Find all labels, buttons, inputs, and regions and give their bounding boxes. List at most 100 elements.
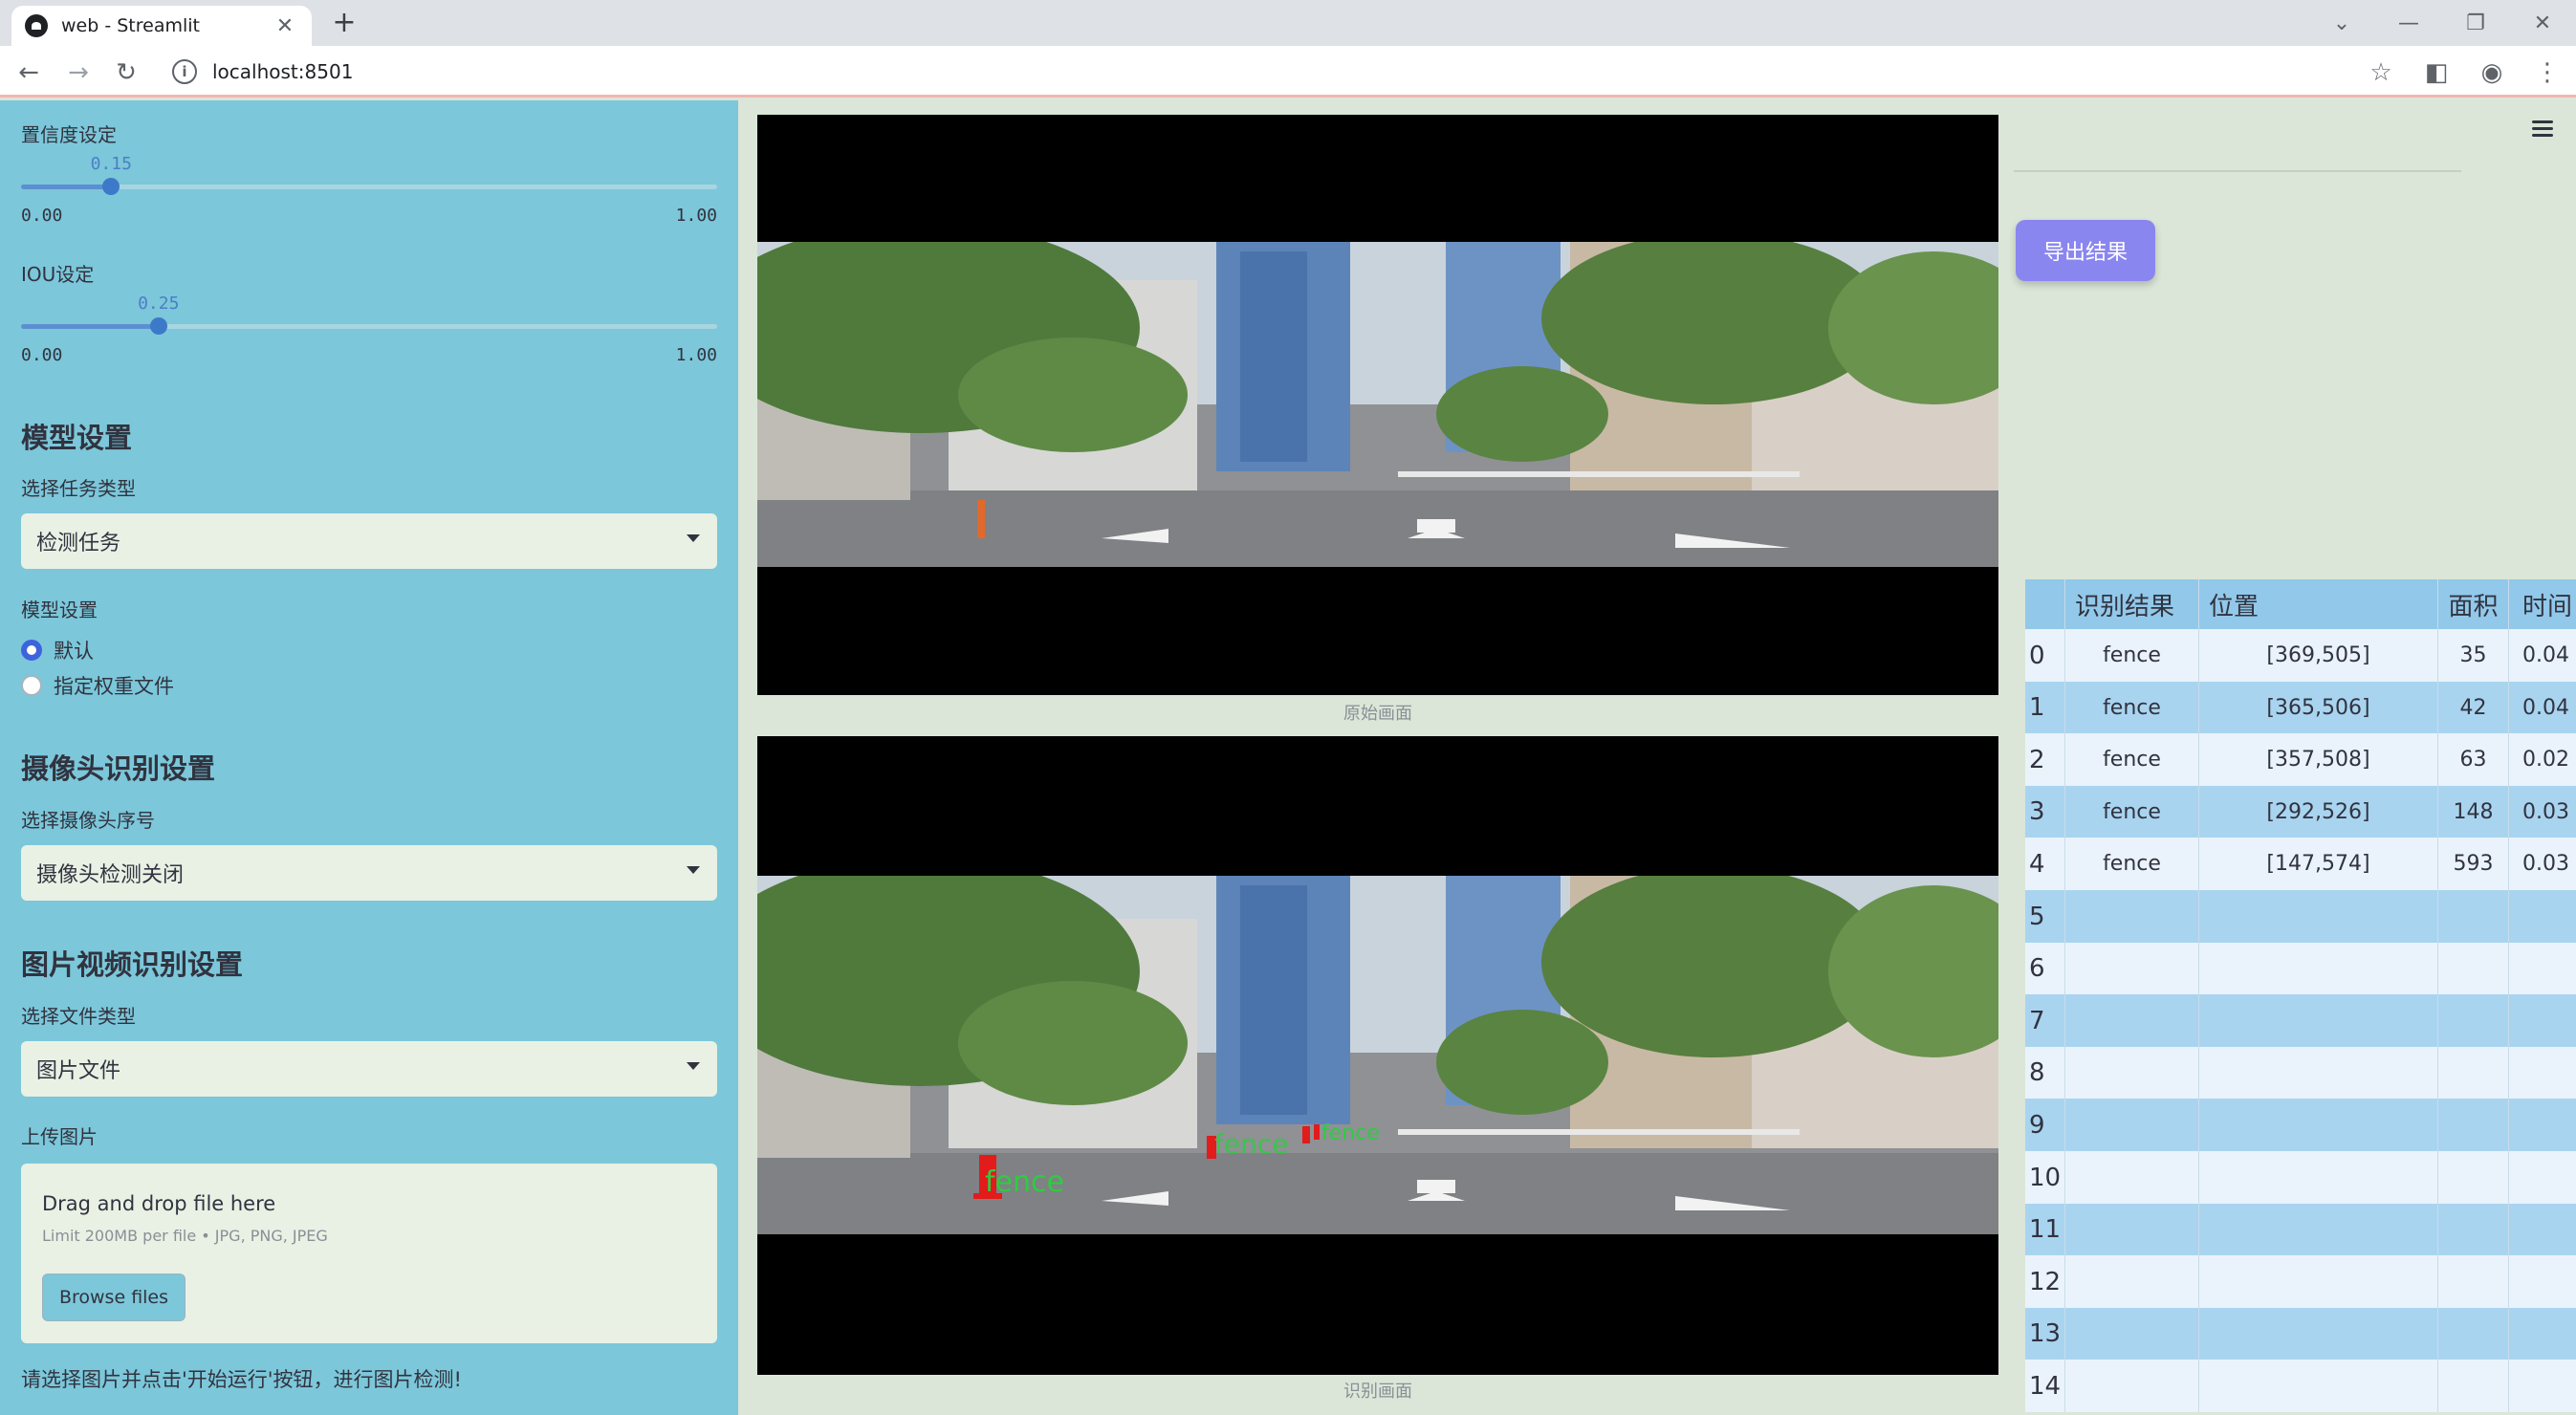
table-cell (2199, 890, 2438, 943)
table-cell: 13 (2025, 1307, 2065, 1361)
site-info-icon[interactable]: i (172, 59, 197, 84)
upload-label: 上传图片 (21, 1125, 98, 1148)
window-controls: ⌄ — ❐ ✕ (2308, 0, 2576, 46)
table-row[interactable]: 13 (2025, 1307, 2576, 1361)
radio-custom-weights[interactable]: 指定权重文件 (21, 671, 174, 700)
table-cell: [369,505] (2199, 629, 2438, 682)
file-type-label: 选择文件类型 (21, 1005, 136, 1028)
table-row[interactable]: 0 fence [369,505] 35 0.04 (2025, 629, 2576, 682)
table-cell: 0.04 (2522, 695, 2569, 720)
detection-box (1302, 1126, 1310, 1143)
table-cell (2065, 942, 2199, 995)
table-cell (2438, 890, 2509, 943)
restore-icon[interactable]: ❐ (2442, 0, 2509, 46)
browser-tab[interactable]: web - Streamlit ✕ (11, 6, 312, 46)
table-row[interactable]: 6 (2025, 942, 2576, 995)
export-results-button[interactable]: 导出结果 (2016, 220, 2155, 281)
url-text[interactable]: localhost:8501 (212, 60, 353, 83)
table-cell: 0.03 (2522, 799, 2569, 824)
table-row[interactable]: 10 (2025, 1151, 2576, 1204)
table-row[interactable]: 3 fence [292,526] 148 0.03 (2025, 785, 2576, 838)
iou-slider[interactable]: 0.25 0.00 1.00 (21, 294, 717, 365)
toolbar-icons: ☆ ◧ ◉ ⋮ (2362, 54, 2566, 92)
table-cell (2509, 890, 2576, 943)
hamburger-menu-icon[interactable] (2532, 120, 2553, 141)
table-cell (2065, 1046, 2199, 1099)
table-row[interactable]: 9 (2025, 1099, 2576, 1152)
dropzone-limit: Limit 200MB per file • JPG, PNG, JPEG (42, 1227, 328, 1245)
results-table[interactable]: 识别结果 位置 面积 时间 0 fence [369,505] 35 0.04 1 fence [36… (2025, 579, 2576, 1415)
table-header-row[interactable]: 识别结果 位置 面积 时间 (2025, 579, 2576, 629)
confidence-slider[interactable]: 0.15 0.00 1.00 (21, 154, 717, 226)
radio-default[interactable]: 默认 (21, 636, 94, 664)
table-cell (2065, 1203, 2199, 1256)
minimize-icon[interactable]: — (2375, 0, 2442, 46)
table-cell: 10 (2025, 1151, 2065, 1204)
back-icon[interactable]: ← (10, 54, 48, 92)
table-row[interactable]: 12 (2025, 1255, 2576, 1309)
table-cell (2065, 890, 2199, 943)
task-type-value: 检测任务 (36, 532, 121, 555)
table-cell (2438, 1046, 2509, 1099)
divider (2014, 170, 2461, 172)
browser-tab-bar: web - Streamlit ✕ + ⌄ — ❐ ✕ (0, 0, 2576, 46)
browse-files-button[interactable]: Browse files (42, 1274, 186, 1321)
table-cell: fence (2065, 681, 2199, 734)
camera-section-title: 摄像头识别设置 (21, 752, 216, 785)
table-row[interactable]: 7 (2025, 994, 2576, 1048)
table-cell: 42 (2438, 681, 2509, 734)
close-window-icon[interactable]: ✕ (2509, 0, 2576, 46)
table-row[interactable]: 2 fence [357,508] 63 0.02 (2025, 733, 2576, 787)
table-row[interactable]: 1 fence [365,506] 42 0.04 (2025, 681, 2576, 734)
sidebar: 置信度设定 0.15 0.00 1.00 IOU设定 0.25 0.00 1.0… (0, 100, 738, 1415)
table-cell: 0.02 (2522, 748, 2569, 773)
table-cell (2509, 1099, 2576, 1151)
table-row[interactable]: 5 (2025, 890, 2576, 943)
slider-thumb[interactable] (149, 317, 167, 335)
tab-search-icon[interactable]: ⌄ (2308, 0, 2375, 46)
table-row[interactable]: 4 fence [147,574] 593 0.03 (2025, 838, 2576, 891)
original-street-image (757, 242, 1998, 567)
file-type-select[interactable]: 图片文件 (21, 1041, 717, 1097)
table-cell (2438, 1099, 2509, 1152)
table-cell: fence (2065, 785, 2199, 838)
table-row[interactable]: 11 (2025, 1203, 2576, 1256)
bookmark-star-icon[interactable]: ☆ (2362, 54, 2400, 92)
original-image-frame (757, 115, 1998, 695)
radio-selected-icon[interactable] (21, 640, 42, 661)
table-cell: 148 (2438, 785, 2509, 838)
radio-unselected-icon[interactable] (21, 675, 42, 696)
table-cell (2065, 1307, 2199, 1361)
close-tab-icon[interactable]: ✕ (272, 14, 298, 38)
reload-icon[interactable]: ↻ (107, 54, 145, 92)
new-tab-icon[interactable]: + (327, 6, 361, 39)
slider-thumb[interactable] (102, 178, 120, 195)
side-panel-icon[interactable]: ◧ (2417, 54, 2456, 92)
streamlit-favicon-icon (25, 14, 48, 37)
radio-label: 默认 (54, 640, 94, 663)
file-uploader-dropzone[interactable]: Drag and drop file here Limit 200MB per … (21, 1164, 717, 1343)
dropzone-title: Drag and drop file here (42, 1192, 276, 1215)
table-cell: 63 (2438, 733, 2509, 787)
menu-kebab-icon[interactable]: ⋮ (2528, 54, 2566, 92)
table-row[interactable]: 8 (2025, 1046, 2576, 1099)
detected-image-frame: fence fence fence (757, 736, 1998, 1375)
media-section-title: 图片视频识别设置 (21, 948, 244, 981)
camera-select[interactable]: 摄像头检测关闭 (21, 845, 717, 901)
forward-icon[interactable]: → (59, 54, 98, 92)
table-row[interactable]: 14 (2025, 1360, 2576, 1413)
task-type-label: 选择任务类型 (21, 477, 136, 500)
slider-max: 1.00 (675, 345, 717, 365)
camera-index-label: 选择摄像头序号 (21, 809, 155, 832)
task-type-select[interactable]: 检测任务 (21, 513, 717, 569)
camera-value: 摄像头检测关闭 (36, 863, 185, 887)
url-field[interactable]: i localhost:8501 (157, 53, 2394, 91)
table-cell: 11 (2025, 1203, 2065, 1256)
table-cell: 0 (2025, 629, 2065, 682)
table-cell: 14 (2025, 1360, 2065, 1413)
table-cell: [365,506] (2199, 681, 2438, 734)
original-caption: 原始画面 (1343, 704, 1412, 724)
profile-avatar-icon[interactable]: ◉ (2473, 54, 2511, 92)
slider-track (21, 185, 717, 189)
table-cell (2509, 1308, 2576, 1361)
